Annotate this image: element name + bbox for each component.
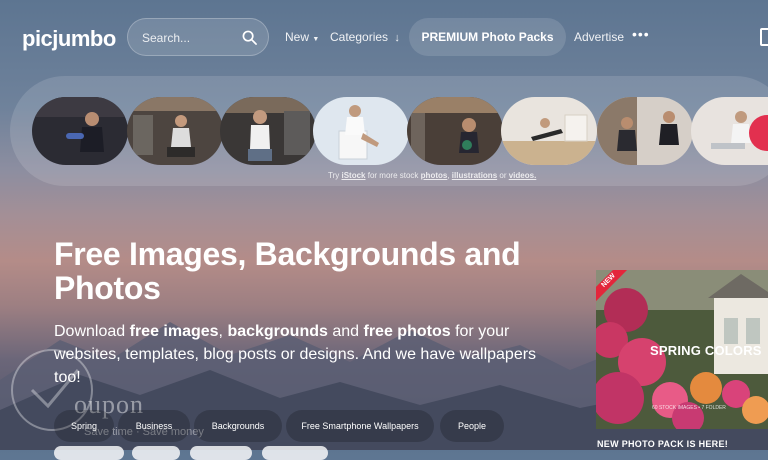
tag-free-smartphone-wallpapers[interactable]: Free Smartphone Wallpapers <box>286 410 434 442</box>
hero-description: Download free images, backgrounds and fr… <box>54 320 564 389</box>
photo-home-plank-icon <box>501 97 597 165</box>
istock-videos-link[interactable]: videos. <box>509 171 537 180</box>
photo-gym-dumbbell-curl-icon <box>32 97 128 165</box>
backgrounds-link[interactable]: backgrounds <box>227 323 327 340</box>
top-navigation: picjumbo New ▼ Categories ↓ PREMIUM Phot… <box>0 0 768 74</box>
nav-categories-label: Categories <box>330 30 389 44</box>
tag-row-2-item[interactable] <box>262 446 328 460</box>
page-title: Free Images, Backgrounds and Photos <box>54 236 521 306</box>
thumbnail-gym-bench[interactable] <box>220 97 316 165</box>
premium-photo-packs-button[interactable]: PREMIUM Photo Packs <box>409 18 566 56</box>
photo-laptop-desk-icon <box>691 97 768 165</box>
thumbnail-gym-kettlebell[interactable] <box>407 97 503 165</box>
istock-note: Try iStock for more stock photos, illust… <box>328 171 537 180</box>
thumbnail-laptop-desk[interactable] <box>691 97 768 165</box>
promo-caption[interactable]: NEW PHOTO PACK IS HERE! <box>597 439 728 449</box>
istock-note-or: or <box>499 171 507 180</box>
thumbnail-gym-curl[interactable] <box>32 97 128 165</box>
thumbnail-woman-box[interactable] <box>313 97 409 165</box>
istock-link[interactable]: iStock <box>342 171 366 180</box>
free-photos-link[interactable]: free photos <box>364 323 451 340</box>
photo-woman-sitting-box-icon <box>313 97 409 165</box>
nav-categories[interactable]: Categories ↓ <box>330 30 400 44</box>
window-icon[interactable] <box>760 28 768 46</box>
thumbnail-gym-seated[interactable] <box>127 97 223 165</box>
tag-row-2-item[interactable] <box>190 446 252 460</box>
thumbnail-gym-mirror[interactable] <box>597 97 693 165</box>
photo-gym-kettlebell-icon <box>407 97 503 165</box>
thumbnail-home-plank[interactable] <box>501 97 597 165</box>
tag-business[interactable]: Business <box>118 410 190 442</box>
free-images-link[interactable]: free images <box>130 323 219 340</box>
new-ribbon: NEW <box>596 270 632 306</box>
promo-title: SPRING COLORS <box>650 343 762 358</box>
hero-text-part: and <box>327 323 364 340</box>
istock-note-mid: for more stock <box>367 171 419 180</box>
search-input[interactable] <box>140 28 244 48</box>
search-box[interactable] <box>127 18 269 56</box>
tag-spring[interactable]: Spring <box>54 410 114 442</box>
tag-backgrounds[interactable]: Backgrounds <box>194 410 282 442</box>
new-ribbon-label: NEW <box>596 270 631 303</box>
tag-row-2-item[interactable] <box>132 446 180 460</box>
photo-gym-mirror-row-icon <box>597 97 693 165</box>
istock-note-prefix: Try <box>328 171 340 180</box>
istock-illustrations-link[interactable]: illustrations <box>452 171 497 180</box>
more-menu-icon[interactable]: ••• <box>632 26 650 42</box>
promo-subtitle: 60 STOCK IMAGES • 7 FOLDER <box>652 405 726 411</box>
hero-text-part: Download <box>54 323 130 340</box>
photo-gym-bench-woman-icon <box>220 97 316 165</box>
site-logo[interactable]: picjumbo <box>22 26 116 52</box>
istock-photos-link[interactable]: photos <box>421 171 448 180</box>
tag-row-2-item[interactable] <box>54 446 124 460</box>
chevron-down-icon: ▼ <box>312 36 320 43</box>
search-icon[interactable] <box>242 30 257 45</box>
tag-people[interactable]: People <box>440 410 504 442</box>
arrow-down-icon: ↓ <box>394 32 400 44</box>
photo-gym-seated-dumbbell-icon <box>127 97 223 165</box>
nav-new-label: New <box>285 30 310 44</box>
nav-new[interactable]: New ▼ <box>285 30 319 44</box>
nav-advertise[interactable]: Advertise <box>574 30 624 44</box>
